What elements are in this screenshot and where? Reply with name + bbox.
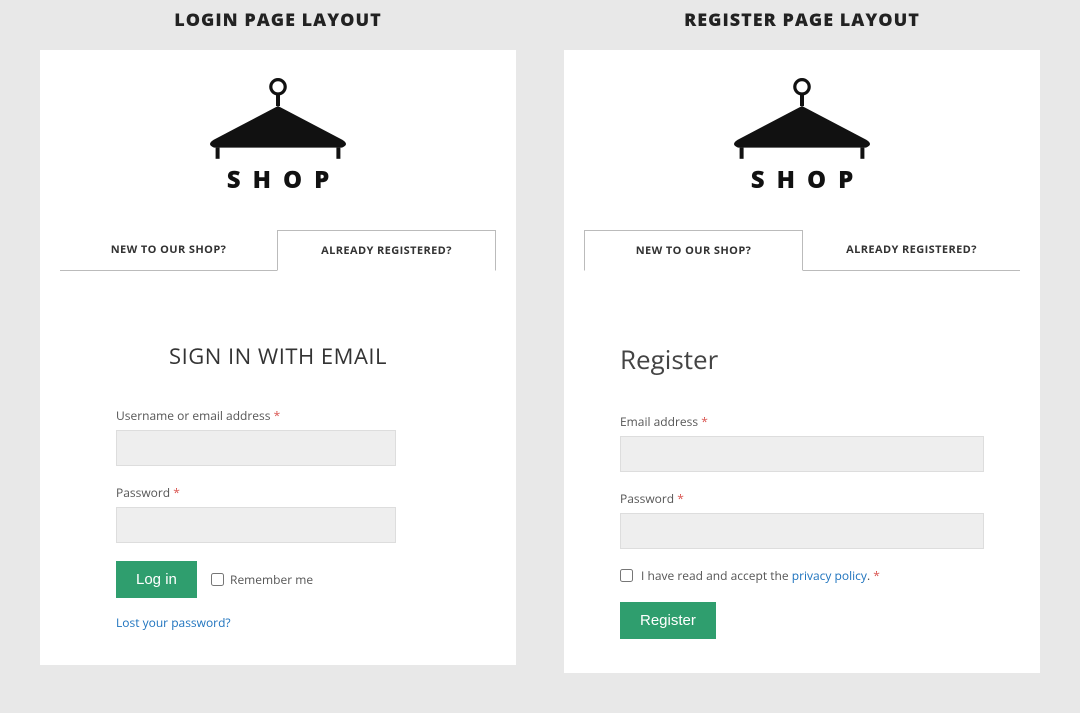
shop-logo: SHOP [60, 74, 496, 196]
register-card: SHOP NEW TO OUR SHOP? ALREADY REGISTERED… [564, 50, 1040, 673]
reg-password-label: Password * [620, 490, 984, 507]
consent-text-post: . [867, 567, 870, 584]
tab-new-to-shop[interactable]: NEW TO OUR SHOP? [584, 230, 803, 271]
reg-password-input[interactable] [620, 513, 984, 549]
lost-password-link[interactable]: Lost your password? [116, 614, 396, 631]
register-heading: REGISTER PAGE LAYOUT [564, 8, 1040, 32]
username-label-text: Username or email address [116, 407, 270, 424]
username-input[interactable] [116, 430, 396, 466]
logo-text: SHOP [60, 163, 496, 196]
password-label: Password * [116, 484, 396, 501]
remember-me-checkbox[interactable] [211, 573, 224, 586]
email-input[interactable] [620, 436, 984, 472]
remember-me-row: Remember me [211, 571, 313, 588]
shop-logo: SHOP [584, 74, 1020, 196]
register-form: Register Email address * Password * [584, 271, 1020, 639]
login-column: LOGIN PAGE LAYOUT SHOP NEW TO OUR SHOP? … [40, 0, 516, 673]
register-column: REGISTER PAGE LAYOUT SHOP NEW TO OUR SHO… [564, 0, 1040, 673]
consent-text-pre: I have read and accept the [641, 567, 792, 584]
privacy-policy-link[interactable]: privacy policy [792, 567, 867, 584]
hanger-icon [198, 74, 358, 162]
tab-new-to-shop[interactable]: NEW TO OUR SHOP? [60, 230, 277, 271]
tab-already-registered[interactable]: ALREADY REGISTERED? [803, 230, 1020, 271]
login-tabs: NEW TO OUR SHOP? ALREADY REGISTERED? [60, 230, 496, 271]
login-form: SIGN IN WITH EMAIL Username or email add… [60, 271, 496, 631]
consent-checkbox[interactable] [620, 569, 633, 582]
login-card: SHOP NEW TO OUR SHOP? ALREADY REGISTERED… [40, 50, 516, 665]
register-button[interactable]: Register [620, 602, 716, 639]
login-heading: LOGIN PAGE LAYOUT [40, 8, 516, 32]
required-mark: * [677, 490, 684, 507]
logo-text: SHOP [584, 163, 1020, 196]
password-label-text: Password [116, 484, 170, 501]
email-label: Email address * [620, 413, 984, 430]
consent-row: I have read and accept the privacy polic… [620, 567, 984, 584]
login-button[interactable]: Log in [116, 561, 197, 598]
register-tabs: NEW TO OUR SHOP? ALREADY REGISTERED? [584, 230, 1020, 271]
required-mark: * [173, 484, 180, 501]
reg-password-label-text: Password [620, 490, 674, 507]
tab-already-registered[interactable]: ALREADY REGISTERED? [277, 230, 496, 271]
login-form-title: SIGN IN WITH EMAIL [116, 341, 440, 371]
password-input[interactable] [116, 507, 396, 543]
register-form-title: Register [620, 341, 984, 377]
username-label: Username or email address * [116, 407, 396, 424]
email-label-text: Email address [620, 413, 698, 430]
remember-me-label: Remember me [230, 571, 313, 588]
required-mark: * [701, 413, 708, 430]
required-mark: * [274, 407, 281, 424]
hanger-icon [722, 74, 882, 162]
required-mark: * [873, 567, 880, 584]
